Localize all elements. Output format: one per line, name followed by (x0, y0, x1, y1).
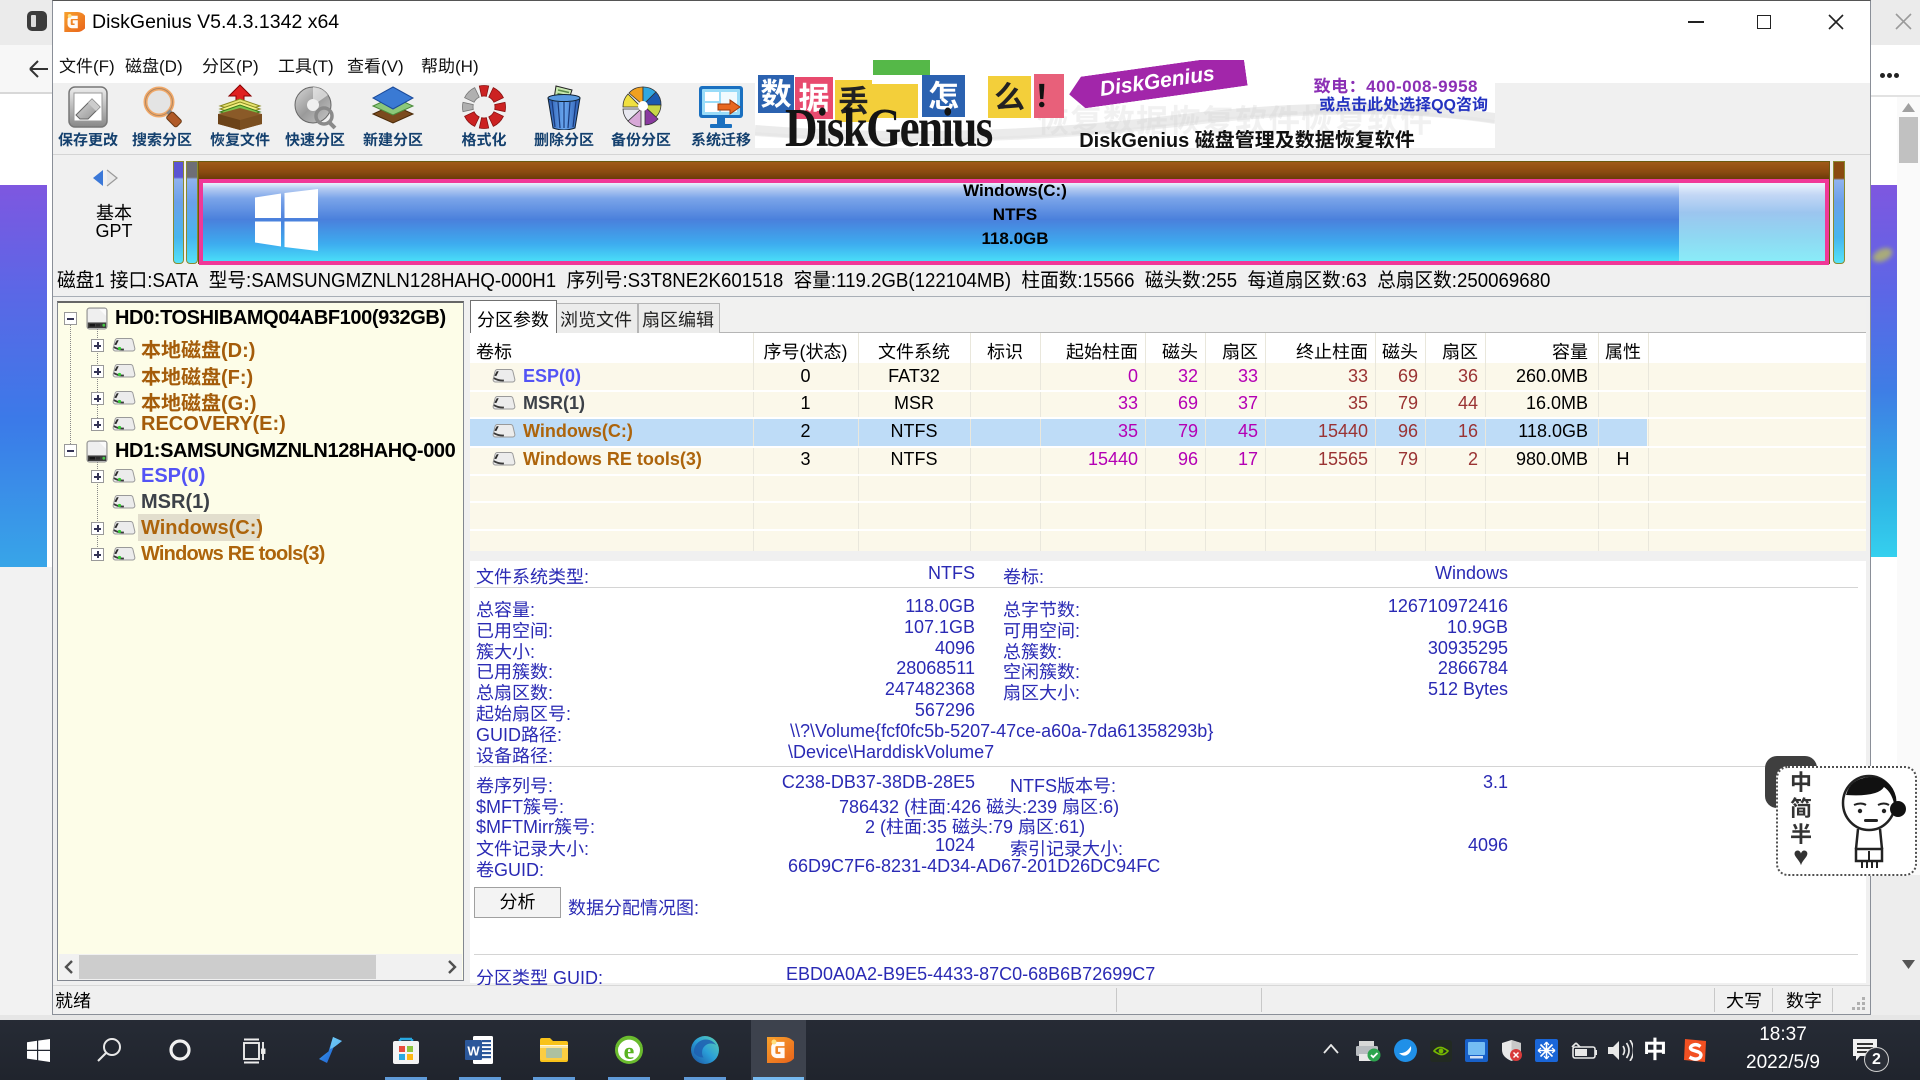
svg-text:e: e (624, 1039, 635, 1065)
svg-text:W: W (467, 1044, 480, 1059)
